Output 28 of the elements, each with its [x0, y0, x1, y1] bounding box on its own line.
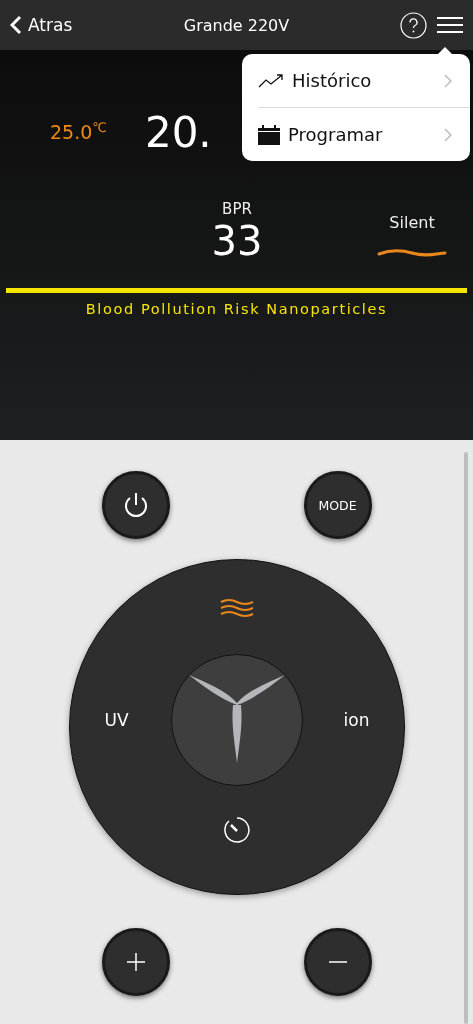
minus-icon: [328, 961, 347, 963]
minus-button[interactable]: [303, 928, 372, 996]
power-button[interactable]: [101, 471, 170, 539]
timer-icon[interactable]: [222, 816, 251, 844]
fan-mode-label: Silent: [389, 213, 435, 232]
screen-title: Grande 220V: [183, 15, 290, 35]
risk-label: Blood Pollution Risk Nanoparticles: [84, 301, 389, 317]
help-icon[interactable]: [400, 11, 427, 39]
temperature-reading: 25.0$^{℃}$: [50, 120, 107, 144]
bpr-label: BPR: [222, 200, 252, 218]
chevron-icon: [444, 73, 452, 88]
menu-item[interactable]: Histórico: [258, 54, 470, 107]
chevron-icon: [444, 127, 452, 142]
ion-button[interactable]: ion: [326, 710, 387, 730]
wave-icon: [377, 248, 447, 258]
back-button[interactable]: Atras: [10, 15, 73, 35]
trend-icon: [258, 72, 284, 89]
menu-icon[interactable]: [437, 16, 463, 34]
plus-icon: [124, 951, 147, 973]
menu-item[interactable]: Programar: [258, 107, 470, 161]
back-icon: [10, 15, 22, 35]
calendar-icon: [258, 124, 280, 145]
bpr-value: 33: [211, 218, 263, 264]
mode-button[interactable]: MODE: [303, 471, 372, 539]
plus-button[interactable]: [101, 928, 170, 996]
uv-button[interactable]: UV: [86, 710, 147, 730]
main-reading: 20.: [144, 107, 212, 157]
airflow-icon[interactable]: [218, 598, 255, 618]
